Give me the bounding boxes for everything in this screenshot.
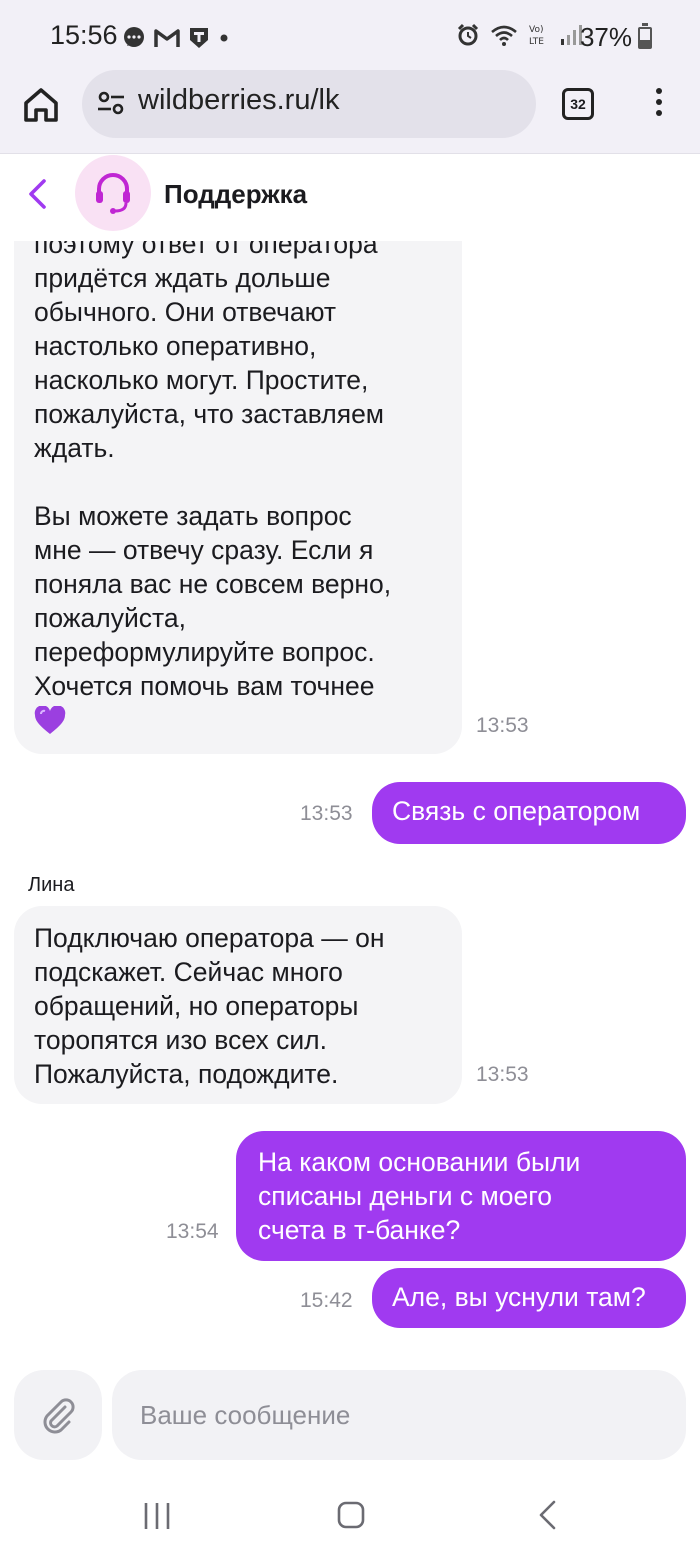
message-line: пожалуйста, что заставляем (34, 399, 385, 429)
signal-icon (561, 25, 582, 45)
message-line: придётся ждать дольше (34, 263, 331, 293)
message-line: поэтому ответ от оператора (34, 241, 378, 259)
outgoing-message: Але, вы уснули там? (372, 1268, 686, 1328)
message-time: 13:54 (166, 1220, 219, 1243)
message-line: обращений, но операторы (34, 991, 359, 1021)
outgoing-message: Связь с оператором (372, 782, 686, 844)
system-icons: Vo) LTE (456, 22, 582, 48)
volte-lte-icon: Vo) LTE (529, 25, 544, 47)
chat-header: Поддержка (0, 155, 700, 241)
message-line: Але, вы уснули там? (392, 1282, 646, 1312)
message-line: пожалуйста, (34, 603, 186, 633)
message-composer (0, 1351, 700, 1481)
message-input[interactable] (112, 1370, 686, 1460)
status-bar: 15:56 Vo) LTE 37% (0, 0, 700, 76)
sender-name: Лина (28, 874, 75, 896)
attach-button[interactable] (14, 1370, 102, 1460)
back-arrow-icon[interactable] (24, 177, 50, 211)
wifi-icon (491, 25, 517, 46)
message-list[interactable]: поэтому ответ от оператора придётся ждат… (0, 241, 700, 1351)
message-time: 13:53 (476, 1063, 529, 1086)
system-navigation-bar (0, 1481, 700, 1556)
message-line: На каком основании были (258, 1147, 581, 1177)
svg-text:LTE: LTE (529, 37, 544, 47)
message-line: счета в т-банке? (258, 1215, 461, 1245)
message-line: Хочется помочь вам точнее (34, 671, 375, 701)
tab-switcher-button[interactable]: 32 (562, 88, 594, 120)
gmail-icon (154, 29, 180, 47)
alarm-icon (457, 23, 479, 46)
message-line: торопятся изо всех сил. (34, 1025, 327, 1055)
message-time: 15:42 (300, 1289, 353, 1312)
incoming-message: Подключаю оператора — он подскажет. Сейч… (14, 906, 462, 1104)
message-time: 13:53 (300, 802, 353, 825)
purple-heart-icon (34, 706, 66, 734)
battery-icon (638, 23, 652, 49)
home-nav-icon[interactable] (336, 1499, 366, 1531)
outgoing-message: На каком основании были списаны деньги с… (236, 1131, 686, 1261)
incoming-message: поэтому ответ от оператора придётся ждат… (14, 241, 462, 754)
support-avatar (75, 155, 151, 231)
message-text: поэтому ответ от оператора придётся ждат… (34, 241, 442, 737)
recent-apps-icon[interactable] (142, 1501, 172, 1531)
message-line: списаны деньги с моего (258, 1181, 553, 1211)
message-line: обычного. Они отвечают (34, 297, 337, 327)
message-line: ждать. (34, 433, 115, 463)
paperclip-icon (43, 1398, 75, 1434)
message-line: настолько оперативно, (34, 331, 317, 361)
shield-app-icon (190, 28, 208, 48)
message-time: 13:53 (476, 714, 529, 737)
home-icon[interactable] (22, 86, 60, 124)
message-line: Пожалуйста, подождите. (34, 1059, 339, 1089)
browser-menu-icon[interactable] (654, 88, 664, 120)
chat-title: Поддержка (164, 179, 308, 209)
message-line: насколько могут. Простите, (34, 365, 369, 395)
more-notifications-dot-icon (220, 34, 228, 42)
site-settings-icon[interactable] (96, 88, 126, 118)
message-line: поняла вас не совсем верно, (34, 569, 392, 599)
battery-percent: 37% (579, 22, 632, 52)
browser-toolbar: wildberries.ru/lk 32 (0, 70, 700, 154)
message-line: подскажет. Сейчас много (34, 957, 343, 987)
chat-notification-icon (124, 27, 144, 47)
back-nav-icon[interactable] (536, 1499, 558, 1531)
svg-text:Vo): Vo) (529, 25, 543, 35)
message-line: Вы можете задать вопрос (34, 501, 352, 531)
url-text: wildberries.ru/lk (138, 84, 340, 116)
status-time: 15:56 (50, 20, 118, 50)
message-line: Связь с оператором (392, 796, 641, 826)
notification-icons (122, 26, 230, 50)
message-line: Подключаю оператора — он (34, 923, 385, 953)
headset-icon (96, 173, 130, 214)
message-line: мне — отвечу сразу. Если я (34, 535, 374, 565)
message-line: переформулируйте вопрос. (34, 637, 375, 667)
address-bar[interactable]: wildberries.ru/lk (82, 70, 536, 138)
